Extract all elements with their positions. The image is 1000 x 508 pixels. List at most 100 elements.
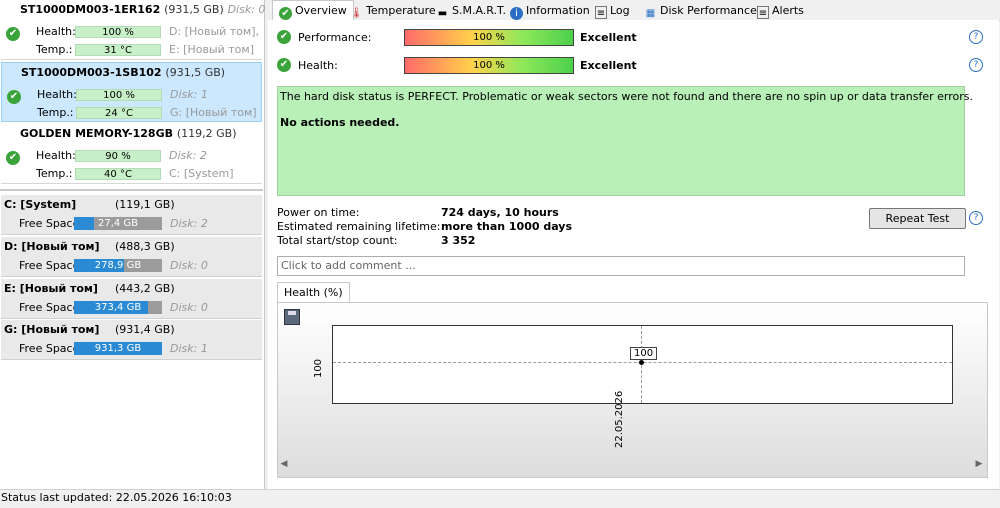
- health-bar: 100 %: [75, 26, 161, 38]
- ok-check-icon: ✔: [277, 30, 291, 44]
- data-point: [639, 360, 644, 365]
- health-chart: 100 100 22.05.2026: [277, 302, 988, 478]
- thermometer-icon: 🌡: [350, 8, 363, 19]
- power-on-label: Power on time:: [277, 206, 360, 219]
- volume-disk: Disk: 0: [170, 301, 208, 314]
- volume-card[interactable]: G: [Новый том] (931,4 GB) Free Space 931…: [1, 320, 262, 360]
- plot-area: 100: [332, 325, 953, 404]
- scroll-right-icon[interactable]: ▶: [974, 457, 984, 471]
- help-icon[interactable]: ?: [969, 30, 983, 44]
- volume-size: (488,3 GB): [115, 240, 175, 253]
- volume-title: E: [Новый том]: [4, 282, 98, 295]
- volume-card[interactable]: D: [Новый том] (488,3 GB) Free Space 278…: [1, 237, 262, 277]
- performance-bar: 100 %: [404, 29, 574, 46]
- data-label: 100: [630, 347, 658, 360]
- temp-label: Temp.:: [37, 106, 74, 119]
- volume-ref: E: [Новый том]: [169, 43, 254, 56]
- comment-placeholder: Click to add comment ...: [281, 259, 416, 272]
- ok-check-icon: ✔: [6, 27, 20, 41]
- free-space-label: Free Space: [19, 259, 80, 272]
- health-bar: 100 %: [404, 57, 574, 74]
- temp-label: Temp.:: [36, 43, 73, 56]
- tab-information[interactable]: i Information: [510, 1, 590, 20]
- free-space-bar: 373,4 GB: [74, 301, 162, 314]
- ok-check-icon: ✔: [7, 90, 21, 104]
- tab-temperature[interactable]: 🌡 Temperature: [350, 1, 436, 20]
- health-bar: 100 %: [76, 89, 162, 101]
- health-result: Excellent: [580, 59, 637, 72]
- chart-icon: ▦: [645, 8, 656, 19]
- disk-title: GOLDEN MEMORY-128GB (119,2 GB): [20, 127, 237, 140]
- volume-disk: Disk: 1: [170, 342, 208, 355]
- volume-ref: D: [Новый том],: [169, 25, 260, 38]
- scroll-left-icon[interactable]: ◀: [279, 457, 289, 471]
- volume-card[interactable]: E: [Новый том] (443,2 GB) Free Space 373…: [1, 279, 262, 319]
- status-text: The hard disk status is PERFECT. Problem…: [280, 90, 973, 103]
- volume-title: D: [Новый том]: [4, 240, 100, 253]
- overview-panel: ✔ Performance: 100 % Excellent ? ✔ Healt…: [268, 20, 999, 489]
- disk-list-panel: ST1000DM003-1ER162 (931,5 GB) Disk: 0 ✔ …: [0, 0, 265, 489]
- free-space-bar: 27,4 GB: [74, 217, 162, 230]
- check-icon: ✔: [279, 7, 292, 20]
- temp-bar: 24 °C: [76, 107, 162, 119]
- volume-disk: Disk: 0: [170, 259, 208, 272]
- power-on-value: 724 days, 10 hours: [441, 206, 559, 219]
- main-panel: ✔ Overview 🌡 Temperature ▬ S.M.A.R.T. i Info…: [268, 0, 1000, 489]
- lifetime-label: Estimated remaining lifetime:: [277, 220, 441, 233]
- save-icon[interactable]: [284, 309, 300, 325]
- tab-bar: ✔ Overview 🌡 Temperature ▬ S.M.A.R.T. i Info…: [268, 0, 1000, 21]
- tab-disk-performance[interactable]: ▦ Disk Performance: [644, 1, 757, 20]
- free-space-bar: 278,9 GB: [74, 259, 162, 272]
- horizontal-scrollbar[interactable]: ◀ ▶: [277, 457, 986, 471]
- health-label: Health:: [36, 25, 76, 38]
- y-tick-label: 100: [313, 358, 325, 379]
- status-message-box: The hard disk status is PERFECT. Problem…: [277, 86, 973, 196]
- performance-result: Excellent: [580, 31, 637, 44]
- performance-label: Performance:: [298, 31, 372, 44]
- tab-alerts[interactable]: ≡ Alerts: [757, 1, 804, 20]
- volume-ref: C: [System]: [169, 167, 234, 180]
- startstop-value: 3 352: [441, 234, 476, 247]
- health-bar: 90 %: [75, 150, 161, 162]
- disk-card[interactable]: GOLDEN MEMORY-128GB (119,2 GB) ✔ Health:…: [1, 124, 262, 184]
- temp-bar: 31 °C: [75, 44, 161, 56]
- free-space-bar: 931,3 GB: [74, 342, 162, 355]
- volume-title: C: [System]: [4, 198, 77, 211]
- help-icon[interactable]: ?: [969, 211, 983, 225]
- info-icon: i: [510, 7, 523, 20]
- help-icon[interactable]: ?: [969, 58, 983, 72]
- status-bar: Status last updated: 22.05.2026 16:10:03: [0, 489, 1000, 508]
- health-label: Health:: [36, 149, 76, 162]
- log-icon: ≡: [595, 6, 607, 19]
- volume-size: (931,4 GB): [115, 323, 175, 336]
- volume-size: (443,2 GB): [115, 282, 175, 295]
- temp-label: Temp.:: [36, 167, 73, 180]
- x-tick-label: 22.05.2026: [614, 390, 625, 448]
- status-action: No actions needed.: [280, 116, 400, 129]
- volume-ref: G: [Новый том]: [170, 106, 257, 119]
- startstop-label: Total start/stop count:: [277, 234, 398, 247]
- disk-title: ST1000DM003-1SB102 (931,5 GB): [21, 66, 226, 79]
- lifetime-value: more than 1000 days: [441, 220, 573, 233]
- repeat-test-button[interactable]: Repeat Test: [869, 208, 966, 229]
- volume-size: (119,1 GB): [115, 198, 175, 211]
- divider: [0, 189, 263, 191]
- free-space-label: Free Space: [19, 217, 80, 230]
- volume-card[interactable]: C: [System] (119,1 GB) Free Space 27,4 G…: [1, 195, 262, 235]
- health-label: Health:: [37, 88, 77, 101]
- disk-index: Disk: 2: [169, 149, 207, 162]
- tab-overview[interactable]: ✔ Overview: [272, 0, 354, 21]
- ok-check-icon: ✔: [6, 151, 20, 165]
- comment-input[interactable]: Click to add comment ...: [277, 256, 965, 276]
- disk-card-selected[interactable]: ST1000DM003-1SB102 (931,5 GB) ✔ Health: …: [1, 62, 262, 122]
- tab-smart[interactable]: ▬ S.M.A.R.T.: [436, 1, 506, 20]
- free-space-label: Free Space: [19, 301, 80, 314]
- ok-check-icon: ✔: [277, 58, 291, 72]
- tab-log[interactable]: ≡ Log: [595, 1, 630, 20]
- temp-bar: 40 °C: [75, 168, 161, 180]
- disk-card[interactable]: ST1000DM003-1ER162 (931,5 GB) Disk: 0 ✔ …: [1, 0, 266, 60]
- volume-title: G: [Новый том]: [4, 323, 100, 336]
- disk-title: ST1000DM003-1ER162 (931,5 GB) Disk: 0: [20, 3, 266, 16]
- tab-health-chart[interactable]: Health (%): [277, 282, 350, 303]
- disk-index: Disk: 1: [170, 88, 208, 101]
